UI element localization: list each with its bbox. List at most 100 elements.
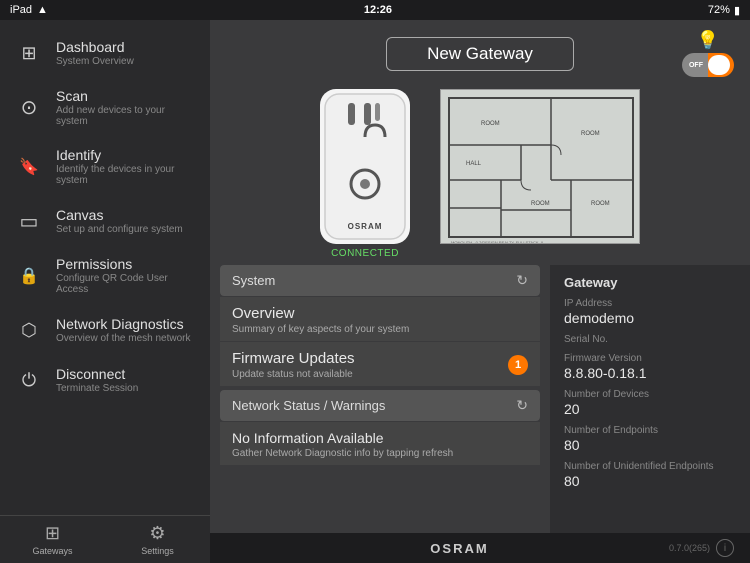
disconnect-icon: ⏻	[14, 365, 44, 395]
bottom-bar: OSRAM 0.7.0(265) i	[210, 533, 750, 563]
overview-subtitle: Summary of key aspects of your system	[232, 324, 409, 335]
gateway-devices-value: 20	[564, 401, 736, 417]
status-bar-time: 12:26	[364, 4, 392, 16]
system-panel: System ↻ Overview Summary of key aspects…	[210, 265, 550, 533]
permissions-label: Permissions	[56, 256, 196, 272]
toggle-switch[interactable]: OFF ON	[682, 53, 734, 77]
gateway-ip-field: IP Address demodemo	[564, 298, 736, 326]
overview-title: Overview	[232, 305, 409, 322]
system-section-header: System ↻	[220, 265, 540, 296]
disconnect-sublabel: Terminate Session	[56, 383, 138, 394]
gateway-firmware-label: Firmware Version	[564, 353, 736, 364]
canvas-sublabel: Set up and configure system	[56, 224, 183, 235]
status-bar: iPad ▲ 12:26 72% ▮	[0, 0, 750, 20]
sidebar-item-disconnect[interactable]: ⏻ Disconnect Terminate Session	[0, 355, 210, 405]
system-refresh-icon[interactable]: ↻	[516, 272, 528, 289]
gateway-devices-label: Number of Devices	[564, 389, 736, 400]
sidebar-item-text: Dashboard System Overview	[56, 39, 134, 67]
settings-button[interactable]: ⚙ Settings	[105, 516, 210, 563]
network-icon: ⬡	[14, 315, 44, 345]
dashboard-label: Dashboard	[56, 39, 134, 55]
battery-icon: ▮	[734, 4, 740, 17]
sidebar-item-network-diagnostics[interactable]: ⬡ Network Diagnostics Overview of the me…	[0, 305, 210, 355]
no-info-title: No Information Available	[232, 430, 528, 446]
device-status: CONNECTED	[331, 248, 399, 259]
device-label: iPad	[10, 4, 32, 16]
blueprint-svg: ROOM ROOM HALL ROOM ROOM MONOLITH - 0.7/…	[441, 90, 639, 243]
info-row: System ↻ Overview Summary of key aspects…	[210, 265, 750, 533]
settings-icon: ⚙	[149, 523, 165, 544]
identify-label: Identify	[56, 147, 196, 163]
svg-text:MONOLITH - 0.7/DESIGN REALTY,: MONOLITH - 0.7/DESIGN REALTY, FULLSTACK,…	[451, 240, 545, 243]
wifi-icon: ▲	[37, 4, 48, 16]
gateway-endpoints-value: 80	[564, 437, 736, 453]
sidebar-item-permissions[interactable]: 🔒 Permissions Configure QR Code User Acc…	[0, 246, 210, 305]
permissions-sublabel: Configure QR Code User Access	[56, 273, 196, 295]
gateway-unident-value: 80	[564, 473, 736, 489]
status-bar-left: iPad ▲	[10, 4, 48, 16]
gateway-ip-label: IP Address	[564, 298, 736, 309]
scan-label: Scan	[56, 88, 196, 104]
svg-text:ROOM: ROOM	[531, 201, 550, 207]
battery-label: 72%	[708, 4, 730, 16]
gateway-endpoints-label: Number of Endpoints	[564, 425, 736, 436]
toggle-off-label: OFF	[682, 62, 708, 69]
dashboard-icon: ⊞	[14, 38, 44, 68]
overview-item[interactable]: Overview Summary of key aspects of your …	[220, 297, 540, 341]
disconnect-label: Disconnect	[56, 366, 138, 382]
gateway-unident-label: Number of Unidentified Endpoints	[564, 461, 736, 472]
device-image: OSRAM	[320, 89, 410, 244]
gateway-serial-field: Serial No.	[564, 334, 736, 345]
dashboard-sublabel: System Overview	[56, 56, 134, 67]
gateway-unident-field: Number of Unidentified Endpoints 80	[564, 461, 736, 489]
gateway-devices-field: Number of Devices 20	[564, 389, 736, 417]
identify-sublabel: Identify the devices in your system	[56, 164, 196, 186]
system-section-label: System	[232, 273, 275, 288]
app-layout: ⊞ Dashboard System Overview ⊙ Scan Add n…	[0, 20, 750, 563]
svg-text:HALL: HALL	[466, 161, 482, 167]
blueprint-image: ROOM ROOM HALL ROOM ROOM MONOLITH - 0.7/…	[440, 89, 640, 244]
gateway-firmware-field: Firmware Version 8.8.80-0.18.1	[564, 353, 736, 381]
canvas-label: Canvas	[56, 207, 183, 223]
canvas-icon: ▭	[14, 206, 44, 236]
gateway-panel-title: Gateway	[564, 275, 736, 290]
settings-label: Settings	[141, 546, 174, 556]
sidebar-items: ⊞ Dashboard System Overview ⊙ Scan Add n…	[0, 20, 210, 515]
toggle-knob	[708, 55, 730, 75]
gateway-panel: Gateway IP Address demodemo Serial No. F…	[550, 265, 750, 533]
gateway-title-box: New Gateway	[386, 37, 574, 71]
permissions-icon: 🔒	[14, 261, 44, 291]
gateway-serial-label: Serial No.	[564, 334, 736, 345]
main-header: New Gateway 💡 OFF ON	[210, 20, 750, 83]
sidebar-item-scan[interactable]: ⊙ Scan Add new devices to your system	[0, 78, 210, 137]
device-card: OSRAM CONNECTED	[320, 89, 410, 259]
firmware-title: Firmware Updates	[232, 350, 355, 367]
network-refresh-icon[interactable]: ↻	[516, 397, 528, 414]
firmware-subtitle: Update status not available	[232, 369, 355, 380]
network-label: Network Diagnostics	[56, 316, 191, 332]
sidebar: ⊞ Dashboard System Overview ⊙ Scan Add n…	[0, 20, 210, 563]
sidebar-item-identify[interactable]: 🔖 Identify Identify the devices in your …	[0, 137, 210, 196]
info-button[interactable]: i	[716, 539, 734, 557]
network-section-label: Network Status / Warnings	[232, 398, 385, 413]
scan-icon: ⊙	[14, 93, 44, 123]
sidebar-item-dashboard[interactable]: ⊞ Dashboard System Overview	[0, 28, 210, 78]
gateway-firmware-value: 8.8.80-0.18.1	[564, 365, 736, 381]
main-content: New Gateway 💡 OFF ON	[210, 20, 750, 563]
network-section-header: Network Status / Warnings ↻	[220, 390, 540, 421]
light-icon: 💡	[697, 30, 719, 51]
gateway-endpoints-field: Number of Endpoints 80	[564, 425, 736, 453]
gateways-button[interactable]: ⊞ Gateways	[0, 516, 105, 563]
device-area: OSRAM CONNECTED	[210, 83, 750, 265]
sidebar-item-canvas[interactable]: ▭ Canvas Set up and configure system	[0, 196, 210, 246]
firmware-item[interactable]: Firmware Updates Update status not avail…	[220, 342, 540, 386]
device-svg: OSRAM	[320, 89, 410, 244]
svg-text:OSRAM: OSRAM	[348, 222, 383, 231]
svg-text:ROOM: ROOM	[481, 121, 500, 127]
svg-text:ROOM: ROOM	[581, 131, 600, 137]
toggle-area: 💡 OFF ON	[682, 30, 734, 77]
status-bar-right: 72% ▮	[708, 4, 740, 17]
svg-text:ROOM: ROOM	[591, 201, 610, 207]
gateways-label: Gateways	[32, 546, 72, 556]
firmware-badge: 1	[508, 355, 528, 375]
